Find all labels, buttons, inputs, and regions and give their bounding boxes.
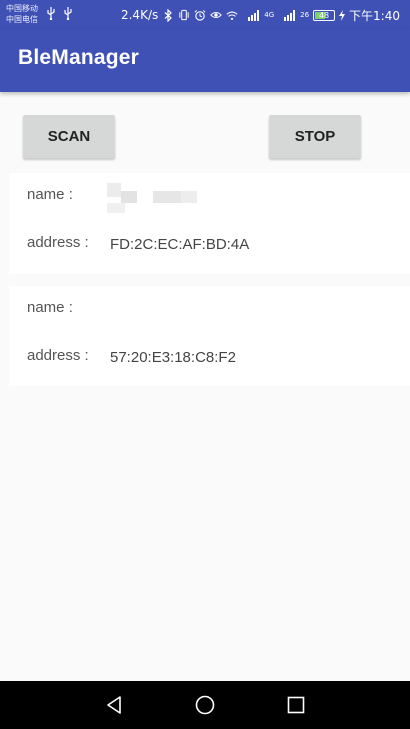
- app-bar: BleManager: [0, 29, 410, 92]
- carrier-info: 中国移动 中国电信: [6, 3, 38, 25]
- eye-icon: [210, 8, 223, 22]
- status-bar: 中国移动 中国电信 2.4K/s 4G 26 48 下午1:40: [0, 0, 410, 29]
- usb-icon: [63, 6, 73, 24]
- signal-26-label: 26: [300, 10, 310, 19]
- app-title: BleManager: [18, 46, 140, 69]
- recents-icon[interactable]: [284, 693, 308, 717]
- device-address-label: address :: [27, 347, 89, 364]
- signal-icon: [278, 8, 296, 22]
- device-list-item[interactable]: name : address : 57:20:E3:18:C8:F2: [9, 286, 410, 386]
- stop-button[interactable]: STOP: [269, 115, 361, 158]
- signal-4g-label: 4G: [264, 10, 275, 19]
- scan-button[interactable]: SCAN: [23, 115, 115, 158]
- vibrate-icon: [178, 8, 190, 22]
- battery-icon: 48: [313, 9, 336, 21]
- device-name-label: name :: [27, 186, 73, 203]
- usb-icon: [46, 6, 56, 24]
- device-list-item[interactable]: name : address : FD:2C:EC:AF:BD:4A: [9, 173, 410, 274]
- wifi-icon: [226, 8, 238, 22]
- navigation-bar: [0, 681, 410, 729]
- device-address-value: 57:20:E3:18:C8:F2: [110, 349, 236, 366]
- device-name-redacted: [107, 181, 199, 213]
- back-icon[interactable]: [103, 693, 127, 717]
- charging-icon: [339, 8, 346, 22]
- network-speed: 2.4K/s: [120, 8, 159, 22]
- device-address-label: address :: [27, 234, 89, 251]
- alarm-icon: [194, 8, 206, 22]
- signal-icon: [242, 8, 260, 22]
- battery-level: 48: [318, 10, 330, 20]
- device-name-label: name :: [27, 299, 73, 316]
- status-icons: 2.4K/s 4G 26 48 下午1:40: [121, 6, 400, 24]
- carrier-1: 中国移动: [6, 4, 38, 13]
- device-address-value: FD:2C:EC:AF:BD:4A: [110, 236, 250, 253]
- clock: 下午1:40: [349, 8, 400, 23]
- bluetooth-icon: [162, 8, 174, 22]
- home-icon[interactable]: [193, 693, 217, 717]
- carrier-2: 中国电信: [6, 15, 38, 24]
